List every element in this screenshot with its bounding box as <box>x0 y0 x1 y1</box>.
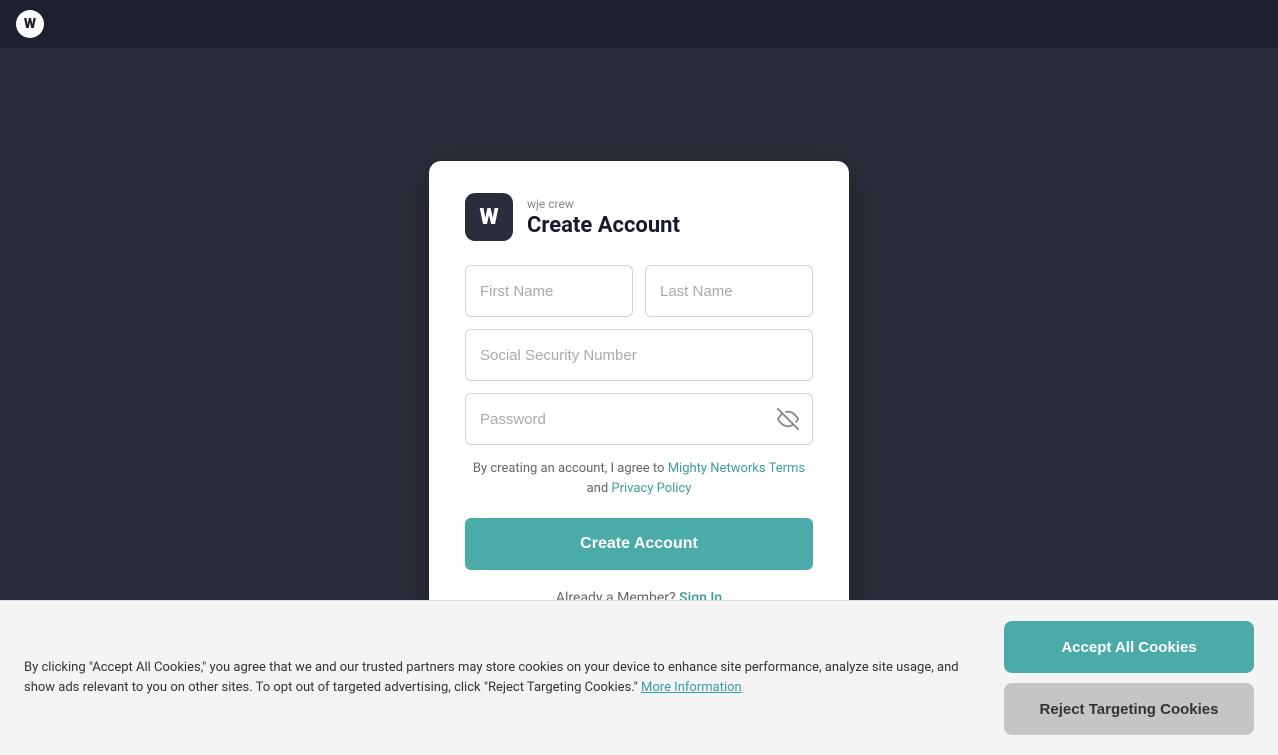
name-row <box>465 265 813 317</box>
ssn-wrapper <box>465 329 813 381</box>
modal-subtitle: wje crew <box>527 197 680 211</box>
cookie-banner: By clicking "Accept All Cookies," you ag… <box>0 600 1278 755</box>
ssn-input[interactable] <box>465 329 813 381</box>
terms-text: By creating an account, I agree to Might… <box>465 459 813 498</box>
modal-title: Create Account <box>527 213 680 238</box>
first-name-input[interactable] <box>465 265 633 317</box>
eye-slash-icon <box>777 408 799 430</box>
privacy-policy-link[interactable]: Privacy Policy <box>611 481 691 496</box>
topbar: W <box>0 0 1278 48</box>
last-name-input[interactable] <box>645 265 813 317</box>
password-toggle-button[interactable] <box>777 408 799 430</box>
password-input[interactable] <box>465 393 813 445</box>
modal-logo: W <box>465 193 513 241</box>
create-account-button[interactable]: Create Account <box>465 518 813 570</box>
reject-targeting-cookies-button[interactable]: Reject Targeting Cookies <box>1004 683 1254 735</box>
create-account-modal: W wje crew Create Account <box>429 161 849 642</box>
mighty-networks-terms-link[interactable]: Mighty Networks Terms <box>668 461 805 476</box>
cookie-buttons: Accept All Cookies Reject Targeting Cook… <box>1004 621 1254 735</box>
topbar-logo-letter: W <box>24 16 36 32</box>
modal-title-group: wje crew Create Account <box>527 197 680 238</box>
password-wrapper <box>465 393 813 445</box>
modal-header: W wje crew Create Account <box>465 193 813 241</box>
topbar-logo: W <box>16 10 44 38</box>
accept-cookies-button[interactable]: Accept All Cookies <box>1004 621 1254 673</box>
cookie-text: By clicking "Accept All Cookies," you ag… <box>24 658 980 698</box>
more-information-link[interactable]: More Information <box>641 680 742 695</box>
